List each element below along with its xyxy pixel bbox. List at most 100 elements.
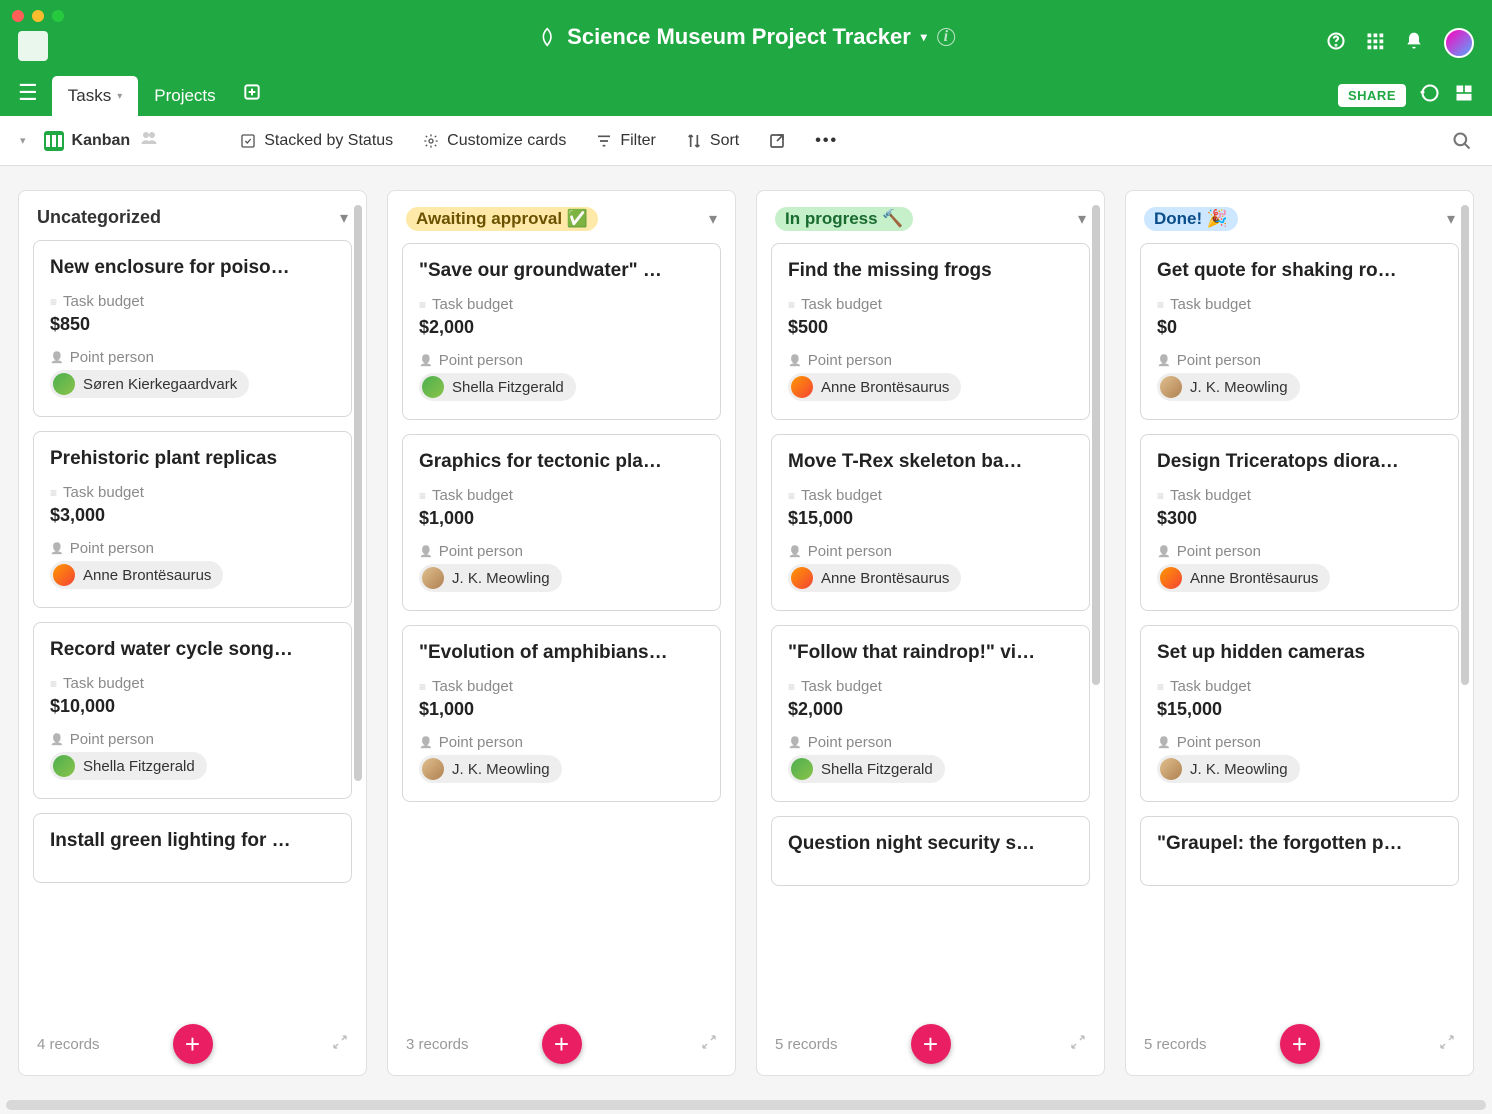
kanban-card[interactable]: Find the missing frogsTask budget$500Poi… [771,243,1090,420]
help-icon[interactable] [1326,31,1346,56]
person-chip[interactable]: Søren Kierkegaardvark [50,370,249,398]
filter-button[interactable]: Filter [596,132,656,150]
add-card-button[interactable]: + [542,1024,582,1064]
scrollbar-thumb[interactable] [1461,205,1469,685]
table-tabs: ☰ Tasks ▾ Projects SHARE [0,74,1492,116]
avatar [422,567,444,589]
view-toolbar: ▾ Kanban Stacked by Status Customize car… [0,116,1492,166]
horizontal-scrollbar[interactable] [6,1100,1486,1110]
add-card-button[interactable]: + [1280,1024,1320,1064]
person-chip[interactable]: Anne Brontësaurus [50,561,223,589]
maximize-window-icon[interactable] [52,10,64,22]
collapse-icon[interactable]: ▾ [20,134,26,147]
apps-grid-icon[interactable] [1366,32,1384,55]
menu-icon[interactable]: ☰ [18,80,38,106]
share-view-icon[interactable] [769,133,785,149]
stacked-by-button[interactable]: Stacked by Status [240,132,393,150]
view-switcher[interactable]: Kanban [44,129,161,152]
share-button[interactable]: SHARE [1338,84,1406,107]
field-label-person: Point person [419,734,704,751]
kanban-card[interactable]: New enclosure for poiso…Task budget$850P… [33,240,352,417]
info-icon[interactable]: i [937,28,955,46]
kanban-card[interactable]: "Save our groundwater" …Task budget$2,00… [402,243,721,420]
expand-icon[interactable] [701,1034,717,1054]
add-card-button[interactable]: + [173,1024,213,1064]
kanban-card[interactable]: Move T-Rex skeleton ba…Task budget$15,00… [771,434,1090,611]
sort-button[interactable]: Sort [686,132,739,150]
minimize-window-icon[interactable] [32,10,44,22]
avatar [53,373,75,395]
kanban-card[interactable]: Record water cycle song…Task budget$10,0… [33,622,352,799]
blocks-icon[interactable] [1454,83,1474,108]
field-label-person: Point person [419,543,704,560]
chevron-down-icon[interactable]: ▾ [709,209,717,229]
person-chip[interactable]: Anne Brontësaurus [788,373,961,401]
person-chip[interactable]: J. K. Meowling [419,564,562,592]
history-icon[interactable] [1420,83,1440,108]
column-title[interactable]: In progress 🔨 [775,207,913,231]
kanban-card[interactable]: Question night security s… [771,816,1090,886]
kanban-card[interactable]: Set up hidden camerasTask budget$15,000P… [1140,625,1459,802]
chevron-down-icon[interactable]: ▾ [1447,209,1455,229]
customize-cards-button[interactable]: Customize cards [423,132,566,150]
person-name: J. K. Meowling [1190,379,1288,396]
column-title[interactable]: Done! 🎉 [1144,207,1238,231]
avatar [791,567,813,589]
user-avatar[interactable] [1444,28,1474,58]
chevron-down-icon[interactable]: ▾ [117,91,122,102]
collaborators-icon[interactable] [138,129,160,152]
kanban-card[interactable]: Install green lighting for … [33,813,352,883]
scrollbar-thumb[interactable] [1092,205,1100,685]
person-name: Anne Brontësaurus [83,567,211,584]
kanban-card[interactable]: "Graupel: the forgotten p… [1140,816,1459,886]
person-chip[interactable]: Shella Fitzgerald [50,752,207,780]
field-value-budget: $300 [1157,508,1442,529]
column-scrollbar[interactable] [1092,205,1100,1005]
record-count: 5 records [1144,1036,1207,1053]
notifications-icon[interactable] [1404,31,1424,56]
column-title[interactable]: Awaiting approval ✅ [406,207,598,231]
person-chip[interactable]: J. K. Meowling [1157,373,1300,401]
kanban-card[interactable]: "Follow that raindrop!" vi…Task budget$2… [771,625,1090,802]
kanban-card[interactable]: Graphics for tectonic pla…Task budget$1,… [402,434,721,611]
avatar [1160,758,1182,780]
kanban-card[interactable]: Prehistoric plant replicasTask budget$3,… [33,431,352,608]
person-chip[interactable]: Shella Fitzgerald [788,755,945,783]
person-name: J. K. Meowling [452,570,550,587]
column-title[interactable]: Uncategorized [37,207,161,228]
search-icon[interactable] [1452,131,1472,151]
column-scrollbar[interactable] [354,205,362,1005]
kanban-card[interactable]: Design Triceratops diora…Task budget$300… [1140,434,1459,611]
chevron-down-icon[interactable]: ▾ [1078,209,1086,229]
expand-icon[interactable] [1439,1034,1455,1054]
chevron-down-icon[interactable]: ▾ [921,30,927,44]
expand-icon[interactable] [1070,1034,1086,1054]
scrollbar-thumb[interactable] [354,205,362,781]
person-chip[interactable]: Anne Brontësaurus [1157,564,1330,592]
person-name: Søren Kierkegaardvark [83,376,237,393]
person-chip[interactable]: J. K. Meowling [419,755,562,783]
expand-icon[interactable] [332,1034,348,1054]
add-table-button[interactable] [244,83,260,106]
kanban-card[interactable]: "Evolution of amphibians…Task budget$1,0… [402,625,721,802]
person-chip[interactable]: Anne Brontësaurus [788,564,961,592]
tab-projects[interactable]: Projects [138,76,231,116]
field-label-budget: Task budget [419,296,704,313]
field-label-person: Point person [1157,734,1442,751]
column-scrollbar[interactable] [723,205,731,1005]
field-value-budget: $15,000 [1157,699,1442,720]
chevron-down-icon[interactable]: ▾ [340,208,348,228]
person-name: Shella Fitzgerald [821,761,933,778]
kanban-column: Awaiting approval ✅ ▾ "Save our groundwate… [387,190,736,1076]
close-window-icon[interactable] [12,10,24,22]
person-chip[interactable]: J. K. Meowling [1157,755,1300,783]
kanban-card[interactable]: Get quote for shaking ro…Task budget$0Po… [1140,243,1459,420]
base-title[interactable]: Science Museum Project Tracker ▾ i [537,24,955,50]
app-logo-icon[interactable] [18,31,48,61]
field-label-person: Point person [419,352,704,369]
person-chip[interactable]: Shella Fitzgerald [419,373,576,401]
column-scrollbar[interactable] [1461,205,1469,1005]
tab-tasks[interactable]: Tasks ▾ [52,76,139,116]
add-card-button[interactable]: + [911,1024,951,1064]
more-options-icon[interactable]: ••• [815,132,838,150]
